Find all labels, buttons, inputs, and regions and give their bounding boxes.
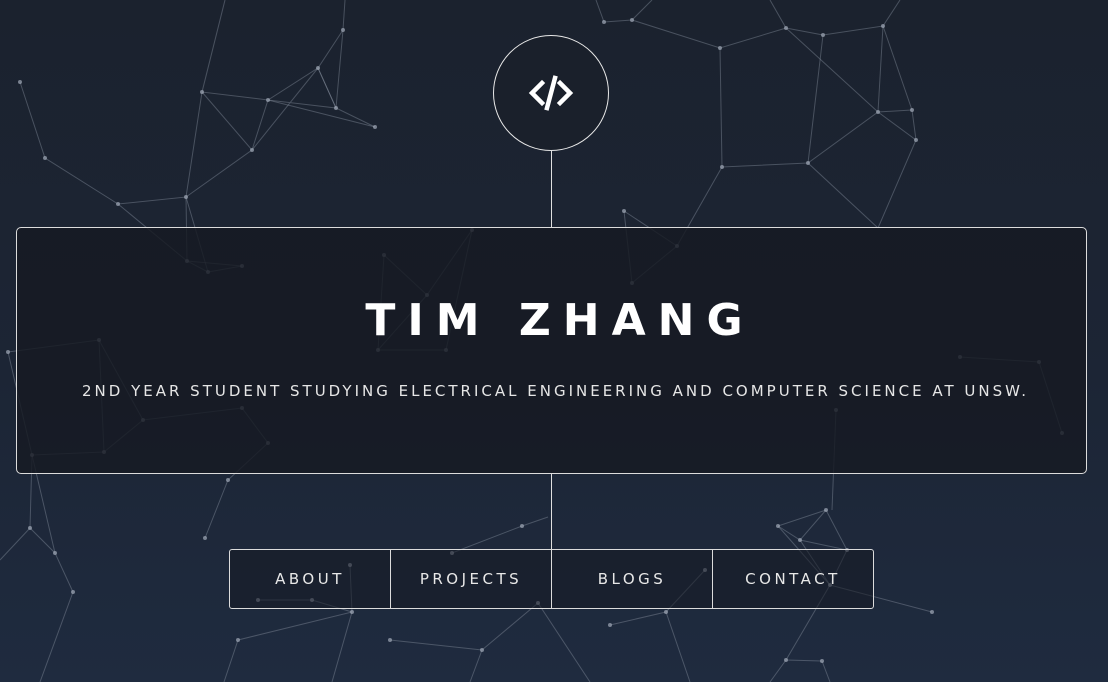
nav-contact[interactable]: CONTACT — [712, 550, 873, 608]
main-nav: ABOUT PROJECTS BLOGS CONTACT — [229, 549, 874, 609]
nav-projects[interactable]: PROJECTS — [390, 550, 551, 608]
logo-badge[interactable] — [493, 35, 609, 151]
connector-line-bottom — [551, 473, 552, 549]
code-icon — [528, 75, 574, 111]
connector-line-top — [551, 151, 552, 227]
hero-tagline: 2ND YEAR STUDENT STUDYING ELECTRICAL ENG… — [82, 382, 1029, 400]
nav-about[interactable]: ABOUT — [230, 550, 390, 608]
nav-blogs[interactable]: BLOGS — [551, 550, 712, 608]
hero-name: TIM ZHANG — [365, 295, 755, 346]
hero-card — [16, 227, 1087, 474]
